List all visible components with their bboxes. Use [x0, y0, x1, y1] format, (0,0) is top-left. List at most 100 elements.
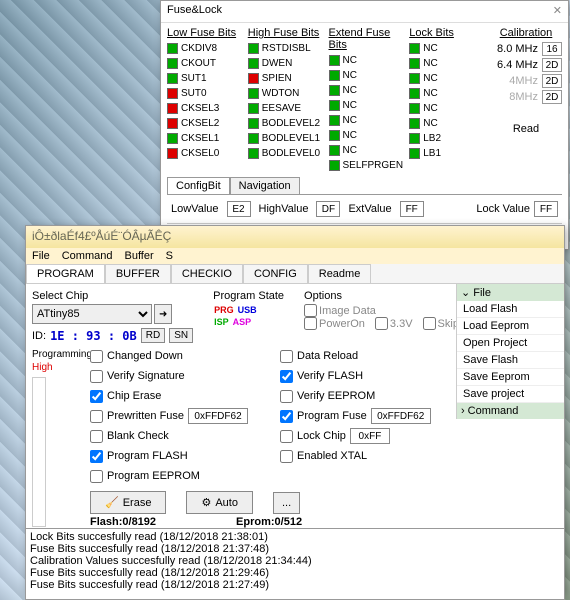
- bit-indicator: [329, 130, 340, 141]
- chk-data-reload[interactable]: [280, 350, 293, 363]
- fuse-bit-bodlevel2[interactable]: BODLEVEL2: [248, 116, 327, 131]
- bit-indicator: [167, 88, 178, 99]
- chk-verify-flash[interactable]: [280, 370, 293, 383]
- fuse-bit-eesave[interactable]: EESAVE: [248, 101, 327, 116]
- fuse-bit-ckdiv8[interactable]: CKDIV8: [167, 41, 246, 56]
- close-icon[interactable]: ✕: [553, 4, 562, 19]
- chk-program-eeprom[interactable]: [90, 470, 103, 483]
- more-button[interactable]: ...: [273, 492, 300, 514]
- fuse-bit-nc[interactable]: NC: [329, 83, 408, 98]
- program-fuse-value[interactable]: [371, 408, 431, 424]
- fuse-bit-nc[interactable]: NC: [409, 41, 488, 56]
- chip-go-button[interactable]: ➜: [154, 304, 172, 324]
- side-item-save-eeprom[interactable]: Save Eeprom: [457, 369, 564, 386]
- fuse-bit-nc[interactable]: NC: [409, 56, 488, 71]
- cal-value-input[interactable]: [542, 74, 562, 88]
- fuse-bit-nc[interactable]: NC: [409, 116, 488, 131]
- fuse-bit-sut1[interactable]: SUT1: [167, 71, 246, 86]
- fuse-bit-nc[interactable]: NC: [329, 143, 408, 158]
- tab-config[interactable]: CONFIG: [243, 264, 308, 283]
- bit-indicator: [329, 70, 340, 81]
- fuse-bit-nc[interactable]: NC: [329, 128, 408, 143]
- bit-indicator: [329, 115, 340, 126]
- chip-select[interactable]: ATtiny85: [32, 304, 152, 324]
- side-item-open-project[interactable]: Open Project: [457, 335, 564, 352]
- fuse-bit-rstdisbl[interactable]: RSTDISBL: [248, 41, 327, 56]
- rd-button[interactable]: RD: [141, 328, 165, 343]
- log-line: Fuse Bits succesfully read (18/12/2018 2…: [30, 579, 560, 591]
- ext-fuse-col: Extend Fuse Bits NCNCNCNCNCNCNCSELFPRGEN: [329, 27, 408, 173]
- lowvalue-input[interactable]: [227, 201, 251, 217]
- fuse-bit-cksel3[interactable]: CKSEL3: [167, 101, 246, 116]
- chk-enabled-xtal[interactable]: [280, 450, 293, 463]
- chk-verify-signature[interactable]: [90, 370, 103, 383]
- auto-button[interactable]: ⚙Auto: [186, 491, 253, 514]
- lockvalue-input[interactable]: [534, 201, 558, 217]
- fuse-bit-cksel1[interactable]: CKSEL1: [167, 131, 246, 146]
- highvalue-label: HighValue: [259, 203, 309, 215]
- side-item-load-flash[interactable]: Load Flash: [457, 301, 564, 318]
- fuse-bit-nc[interactable]: NC: [409, 101, 488, 116]
- fuse-bit-cksel2[interactable]: CKSEL2: [167, 116, 246, 131]
- fuse-bit-nc[interactable]: NC: [329, 53, 408, 68]
- fuse-bit-spien[interactable]: SPIEN: [248, 71, 327, 86]
- cal-value-input[interactable]: [542, 42, 562, 56]
- fuse-bit-nc[interactable]: NC: [329, 68, 408, 83]
- fuse-bit-nc[interactable]: NC: [329, 113, 408, 128]
- lock-bits-col: Lock Bits NCNCNCNCNCNCLB2LB1: [409, 27, 488, 173]
- menu-command[interactable]: Command: [62, 250, 113, 262]
- fuse-bit-nc[interactable]: NC: [329, 98, 408, 113]
- side-command-header[interactable]: ›Command: [457, 403, 564, 419]
- tab-buffer[interactable]: BUFFER: [105, 264, 171, 283]
- side-item-save-flash[interactable]: Save Flash: [457, 352, 564, 369]
- fuse-bit-bodlevel1[interactable]: BODLEVEL1: [248, 131, 327, 146]
- chk-program-fuse[interactable]: [280, 410, 293, 423]
- chk-prewritten-fuse[interactable]: [90, 410, 103, 423]
- fuse-bit-dwen[interactable]: DWEN: [248, 56, 327, 71]
- calibration-read-button[interactable]: Read: [490, 123, 562, 135]
- fuse-bit-nc[interactable]: NC: [409, 71, 488, 86]
- fuse-bit-selfprgen[interactable]: SELFPRGEN: [329, 158, 408, 173]
- side-file-header[interactable]: ⌄File: [457, 284, 564, 301]
- log-line: Fuse Bits succesfully read (18/12/2018 2…: [30, 567, 560, 579]
- log-panel: Lock Bits succesfully read (18/12/2018 2…: [25, 528, 565, 600]
- fuse-bit-wdton[interactable]: WDTON: [248, 86, 327, 101]
- tab-navigation[interactable]: Navigation: [230, 177, 300, 194]
- erase-button[interactable]: 🧹Erase: [90, 491, 166, 514]
- chk-program-flash[interactable]: [90, 450, 103, 463]
- cal-value-input[interactable]: [542, 90, 562, 104]
- prewritten-fuse-value[interactable]: [188, 408, 248, 424]
- fuse-bit-lb2[interactable]: LB2: [409, 131, 488, 146]
- chk-blank-check[interactable]: [90, 430, 103, 443]
- cal-value-input[interactable]: [542, 58, 562, 72]
- sn-button[interactable]: SN: [169, 328, 193, 343]
- fuse-bit-nc[interactable]: NC: [409, 86, 488, 101]
- highvalue-input[interactable]: [316, 201, 340, 217]
- menu-buffer[interactable]: Buffer: [124, 250, 153, 262]
- chk-changed-down[interactable]: [90, 350, 103, 363]
- fuse-bit-lb1[interactable]: LB1: [409, 146, 488, 161]
- bit-indicator: [409, 148, 420, 159]
- side-item-load-eeprom[interactable]: Load Eeprom: [457, 318, 564, 335]
- extvalue-input[interactable]: [400, 201, 424, 217]
- lock-chip-value[interactable]: [350, 428, 390, 444]
- tab-readme[interactable]: Readme: [308, 264, 372, 283]
- fuse-titlebar[interactable]: Fuse&Lock ✕: [161, 1, 568, 23]
- opt-poweron[interactable]: PowerOn: [304, 317, 365, 330]
- menu-s[interactable]: S: [166, 250, 173, 262]
- fuse-bit-cksel0[interactable]: CKSEL0: [167, 146, 246, 161]
- calibration-col: Calibration 8.0 MHz6.4 MHz4MHz8MHz Read: [490, 27, 562, 173]
- chk-verify-eeprom[interactable]: [280, 390, 293, 403]
- fuse-bit-sut0[interactable]: SUT0: [167, 86, 246, 101]
- tab-program[interactable]: PROGRAM: [26, 264, 105, 283]
- opt-image-data[interactable]: Image Data: [304, 304, 376, 317]
- fuse-bit-bodlevel0[interactable]: BODLEVEL0: [248, 146, 327, 161]
- chk-lock-chip[interactable]: [280, 430, 293, 443]
- chk-chip-erase[interactable]: [90, 390, 103, 403]
- tab-checkio[interactable]: CHECKIO: [171, 264, 243, 283]
- fuse-bit-ckout[interactable]: CKOUT: [167, 56, 246, 71]
- opt-3v3[interactable]: 3.3V: [375, 317, 413, 330]
- menu-file[interactable]: File: [32, 250, 50, 262]
- side-item-save-project[interactable]: Save project: [457, 386, 564, 403]
- tab-configbit[interactable]: ConfigBit: [167, 177, 230, 194]
